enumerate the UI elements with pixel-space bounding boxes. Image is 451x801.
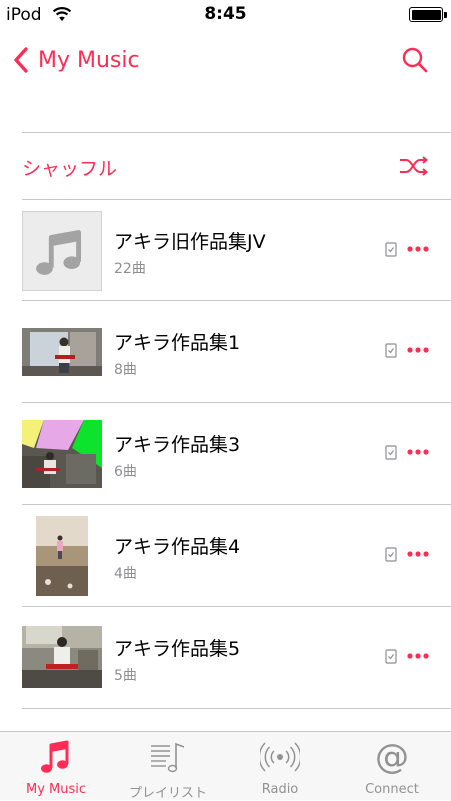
tab-label: プレイリスト <box>128 786 207 801</box>
more-options-icon[interactable] <box>407 550 429 558</box>
downloaded-icon <box>385 649 397 664</box>
downloaded-icon <box>385 242 397 257</box>
svg-text:@: @ <box>375 738 409 776</box>
navigation-bar: My Music <box>0 30 451 90</box>
divider <box>22 132 451 133</box>
tab-label: My Music <box>25 782 87 797</box>
search-icon[interactable] <box>401 46 429 74</box>
more-options-icon[interactable] <box>407 346 429 354</box>
album-cover-image <box>36 516 88 596</box>
connect-icon: @ <box>375 738 409 776</box>
divider <box>22 504 451 505</box>
downloaded-icon <box>385 445 397 460</box>
tab-connect[interactable]: @ Connect <box>336 732 448 801</box>
album-artwork-placeholder <box>22 211 102 291</box>
album-track-count: 6曲 <box>114 464 137 480</box>
album-row[interactable]: アキラ作品集4 4曲 <box>22 506 451 606</box>
album-cover-image <box>22 626 102 688</box>
radio-icon <box>260 742 300 772</box>
shuffle-label: シャッフル <box>22 158 118 180</box>
battery-icon <box>409 7 447 22</box>
chevron-left-icon <box>14 47 28 73</box>
shuffle-icon <box>400 156 429 176</box>
album-row[interactable]: アキラ作品集3 6曲 <box>22 404 451 504</box>
tab-bar: My Music プレイリスト Radio @ Connect <box>0 731 451 801</box>
divider <box>22 199 451 200</box>
playlist-icon <box>151 742 185 773</box>
album-track-count: 8曲 <box>114 362 137 378</box>
album-cover-image <box>22 328 102 376</box>
more-options-icon[interactable] <box>407 652 429 660</box>
tab-label: Radio <box>261 782 299 797</box>
divider <box>22 300 451 301</box>
album-title: アキラ作品集3 <box>114 434 241 456</box>
album-row[interactable]: アキラ旧作品集JV 22曲 <box>22 201 451 301</box>
downloaded-icon <box>385 343 397 358</box>
divider <box>22 402 451 403</box>
downloaded-icon <box>385 547 397 562</box>
album-row[interactable]: アキラ作品集5 5曲 <box>22 608 451 708</box>
album-title: アキラ作品集1 <box>114 332 241 354</box>
back-button[interactable]: My Music <box>12 44 140 76</box>
album-artwork <box>36 516 88 596</box>
album-title: アキラ作品集4 <box>114 536 241 558</box>
shuffle-row[interactable]: シャッフル <box>22 135 451 199</box>
album-cover-image <box>22 420 102 488</box>
divider <box>22 606 451 607</box>
album-row[interactable]: アキラ作品集1 8曲 <box>22 302 451 402</box>
status-bar: iPod 8:45 <box>0 0 451 30</box>
clock: 8:45 <box>204 4 247 24</box>
album-track-count: 5曲 <box>114 668 137 684</box>
tab-label: Connect <box>365 782 419 797</box>
tab-my-music[interactable]: My Music <box>0 732 112 801</box>
tab-radio[interactable]: Radio <box>224 732 336 801</box>
album-title: アキラ作品集5 <box>114 638 241 660</box>
album-track-count: 22曲 <box>114 261 146 277</box>
album-title: アキラ旧作品集JV <box>114 231 266 253</box>
back-label: My Music <box>38 47 140 73</box>
album-artwork <box>22 626 102 688</box>
more-options-icon[interactable] <box>407 245 429 253</box>
album-track-count: 4曲 <box>114 566 137 582</box>
tab-playlists[interactable]: プレイリスト <box>112 732 224 801</box>
divider <box>22 708 451 709</box>
album-artwork <box>22 328 102 376</box>
more-options-icon[interactable] <box>407 448 429 456</box>
album-artwork <box>22 420 102 488</box>
music-note-icon <box>36 230 82 275</box>
music-note-icon <box>41 740 69 773</box>
